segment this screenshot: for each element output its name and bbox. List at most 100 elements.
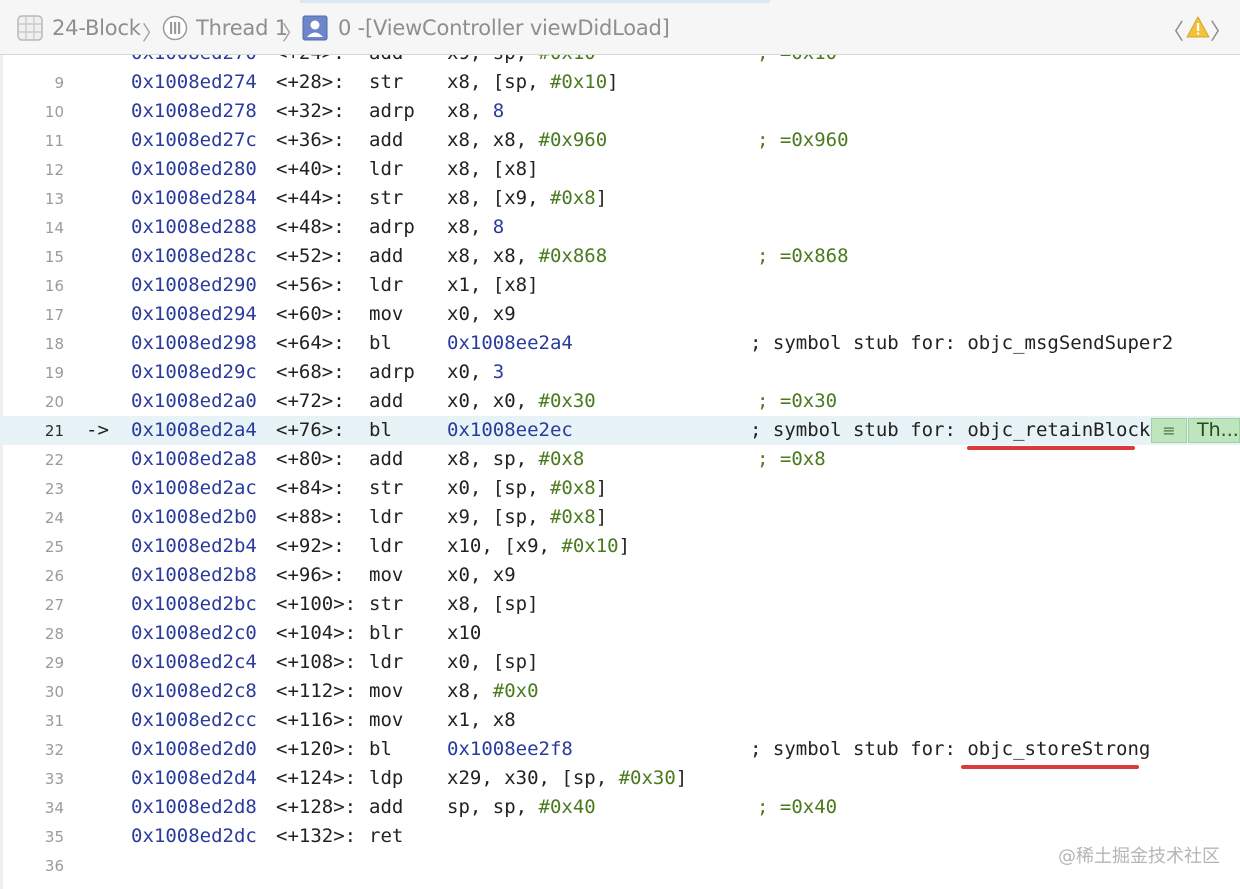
- instruction-offset: <+120>:: [276, 738, 357, 760]
- instruction-address: 0x1008ed298: [131, 332, 257, 354]
- instruction-address: 0x1008ed274: [131, 71, 257, 93]
- instruction-mnemonic: ret: [369, 825, 404, 847]
- operand-text: x8, x8,: [447, 245, 539, 267]
- line-number: 21: [44, 422, 64, 440]
- instruction-mnemonic: add: [369, 129, 404, 151]
- instruction-address: 0x1008ed288: [131, 216, 257, 238]
- symbol-name: objc_storeStrong: [967, 738, 1151, 760]
- instruction-operands: 0x1008ee2a4: [447, 332, 573, 354]
- disassembly-line[interactable]: 25 0x1008ed2b4 <+92>: ldr x10, [x9, #0x10]: [0, 532, 1240, 561]
- disassembly-line[interactable]: 13 0x1008ed284 <+44>: str x8, [x9, #0x8]: [0, 184, 1240, 213]
- instruction-operands: 0x1008ee2f8: [447, 738, 573, 760]
- disassembly-line[interactable]: 27 0x1008ed2bc <+100>: str x8, [sp]: [0, 590, 1240, 619]
- instruction-operands: sp, sp, #0x40: [447, 796, 596, 818]
- instruction-address: 0x1008ed278: [131, 100, 257, 122]
- instruction-offset: <+96>:: [276, 564, 345, 586]
- breadcrumb-frame[interactable]: 0 -[ViewController viewDidLoad]: [302, 0, 670, 55]
- immediate-value: #0x0: [492, 680, 539, 702]
- instruction-mnemonic: add: [369, 448, 404, 470]
- instruction-mnemonic: ldp: [369, 767, 404, 789]
- instruction-offset: <+44>:: [276, 187, 345, 209]
- disassembly-line[interactable]: 26 0x1008ed2b8 <+96>: mov x0, x9: [0, 561, 1240, 590]
- operand-text: x9, [sp,: [447, 506, 550, 528]
- current-instruction-line[interactable]: 21 -> 0x1008ed2a4 <+76>: bl 0x1008ee2ec ; symb…: [0, 416, 1240, 445]
- instruction-mnemonic: blr: [369, 622, 404, 644]
- operand-text: x1, [x8]: [447, 274, 539, 296]
- disassembly-line[interactable]: 10 0x1008ed278 <+32>: adrp x8, 8: [0, 97, 1240, 126]
- symbol-stub-annotation: ; symbol stub for: objc_storeStrong: [750, 738, 1150, 760]
- instruction-offset: <+56>:: [276, 274, 345, 296]
- chevron-left-icon[interactable]: 〈: [1162, 14, 1184, 46]
- operand-text: x8, sp,: [447, 448, 539, 470]
- instruction-offset: <+124>:: [276, 767, 357, 789]
- disassembly-view[interactable]: 0x1008ed270 <+24>: add x9, sp, #0x10 ; =0x10…: [0, 55, 1240, 889]
- disassembly-line[interactable]: 36: [0, 851, 1240, 880]
- line-number: 25: [44, 538, 64, 556]
- breadcrumb-project[interactable]: 24-Block: [16, 0, 141, 55]
- disassembly-line[interactable]: 30 0x1008ed2c8 <+112>: mov x8, #0x0: [0, 677, 1240, 706]
- instruction-offset: <+100>:: [276, 593, 357, 615]
- instruction-operands: x8, x8, #0x868: [447, 245, 607, 267]
- instruction-comment: ; =0x8: [757, 448, 826, 470]
- thread-badge[interactable]: Th...: [1188, 418, 1240, 443]
- instruction-address: 0x1008ed2bc: [131, 593, 257, 615]
- instruction-address: 0x1008ed2c4: [131, 651, 257, 673]
- disassembly-line[interactable]: 14 0x1008ed288 <+48>: adrp x8, 8: [0, 213, 1240, 242]
- disassembly-line[interactable]: 17 0x1008ed294 <+60>: mov x0, x9: [0, 300, 1240, 329]
- instruction-mnemonic: str: [369, 593, 404, 615]
- breadcrumb-thread[interactable]: Thread 1: [162, 0, 288, 55]
- annotation-prefix: ; symbol stub for:: [750, 738, 968, 760]
- immediate-number: 8: [492, 100, 505, 122]
- instruction-offset: <+36>:: [276, 129, 345, 151]
- breadcrumb-separator-icon: 〉: [142, 21, 162, 45]
- list-icon[interactable]: ≡: [1151, 418, 1187, 443]
- instruction-offset: <+40>:: [276, 158, 345, 180]
- disassembly-line[interactable]: 15 0x1008ed28c <+52>: add x8, x8, #0x868 ; =0…: [0, 242, 1240, 271]
- branch-target: 0x1008ee2a4: [447, 332, 573, 354]
- disassembly-line[interactable]: 16 0x1008ed290 <+56>: ldr x1, [x8]: [0, 271, 1240, 300]
- disassembly-line[interactable]: 9 0x1008ed274 <+28>: str x8, [sp, #0x10]: [0, 68, 1240, 97]
- instruction-offset: <+68>:: [276, 361, 345, 383]
- immediate-value: #0x8: [549, 477, 596, 499]
- disassembly-line[interactable]: 31 0x1008ed2cc <+116>: mov x1, x8: [0, 706, 1240, 735]
- disassembly-line[interactable]: 18 0x1008ed298 <+64>: bl 0x1008ee2a4 ; symbol…: [0, 329, 1240, 358]
- disassembly-line[interactable]: 35 0x1008ed2dc <+132>: ret: [0, 822, 1240, 851]
- instruction-comment: ; =0x40: [757, 796, 838, 818]
- warning-icon[interactable]: [1186, 16, 1210, 38]
- instruction-mnemonic: mov: [369, 709, 404, 731]
- line-number: 11: [44, 132, 64, 150]
- immediate-value: #0x8: [549, 187, 596, 209]
- instruction-operands: x29, x30, [sp, #0x30]: [447, 767, 687, 789]
- line-number: 15: [44, 248, 64, 266]
- operand-text: x8,: [447, 100, 493, 122]
- operand-text: x0,: [447, 361, 493, 383]
- disassembly-line[interactable]: 28 0x1008ed2c0 <+104>: blr x10: [0, 619, 1240, 648]
- line-number: 14: [44, 219, 64, 237]
- disassembly-line[interactable]: 20 0x1008ed2a0 <+72>: add x0, x0, #0x30 ; =0x…: [0, 387, 1240, 416]
- operand-text: x8, [sp]: [447, 593, 539, 615]
- line-number: 23: [44, 480, 64, 498]
- instruction-offset: <+80>:: [276, 448, 345, 470]
- instruction-offset: <+48>:: [276, 216, 345, 238]
- disassembly-line[interactable]: 12 0x1008ed280 <+40>: ldr x8, [x8]: [0, 155, 1240, 184]
- disassembly-line[interactable]: 23 0x1008ed2ac <+84>: str x0, [sp, #0x8]: [0, 474, 1240, 503]
- immediate-value: #0x10: [561, 535, 619, 557]
- disassembly-line[interactable]: 19 0x1008ed29c <+68>: adrp x0, 3: [0, 358, 1240, 387]
- disassembly-line[interactable]: 11 0x1008ed27c <+36>: add x8, x8, #0x960 ; =0…: [0, 126, 1240, 155]
- operand-text: x9, sp,: [447, 55, 539, 64]
- instruction-operands: x10: [447, 622, 481, 644]
- symbol-highlight-underline: [967, 446, 1135, 450]
- disassembly-line[interactable]: 34 0x1008ed2d8 <+128>: add sp, sp, #0x40 ; =0…: [0, 793, 1240, 822]
- instruction-operands: x0, [sp, #0x8]: [447, 477, 607, 499]
- disassembly-line[interactable]: 24 0x1008ed2b0 <+88>: ldr x9, [sp, #0x8]: [0, 503, 1240, 532]
- line-number: 28: [44, 625, 64, 643]
- operand-text: x8, [sp,: [447, 71, 550, 93]
- operand-close: ]: [607, 71, 619, 93]
- instruction-offset: <+72>:: [276, 390, 345, 412]
- disassembly-line[interactable]: 29 0x1008ed2c4 <+108>: ldr x0, [sp]: [0, 648, 1240, 677]
- chevron-right-icon[interactable]: 〉: [1210, 14, 1232, 46]
- disassembly-line[interactable]: 32 0x1008ed2d0 <+120>: bl 0x1008ee2f8 ; symbo…: [0, 735, 1240, 764]
- instruction-operands: x1, [x8]: [447, 274, 539, 296]
- instruction-mnemonic: mov: [369, 680, 404, 702]
- instruction-offset: <+116>:: [276, 709, 357, 731]
